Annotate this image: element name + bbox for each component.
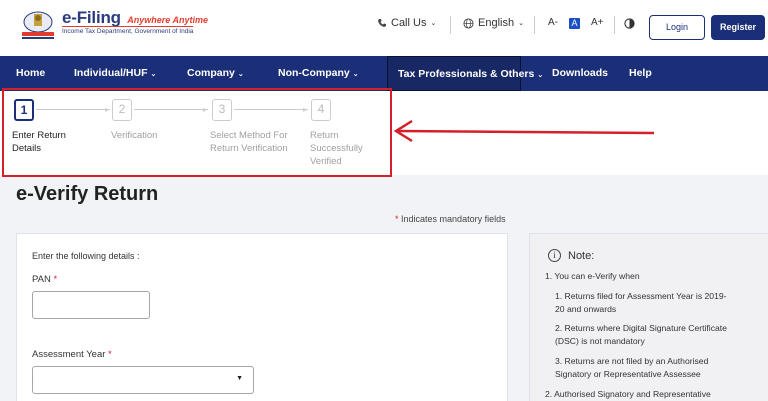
brand-name: e-Filing	[62, 8, 121, 27]
nav-help-label: Help	[629, 67, 652, 79]
pan-label-text: PAN	[32, 274, 51, 285]
nav-tax-professionals[interactable]: Tax Professionals & Others ⌄	[387, 56, 543, 91]
assessment-year-select[interactable]: ▼	[32, 366, 254, 394]
chevron-down-icon: ⌄	[237, 71, 244, 78]
brand-tagline: Anywhere Anytime	[127, 15, 208, 25]
font-decrease-button[interactable]: A-	[548, 17, 558, 28]
nav-home-label: Home	[16, 67, 46, 79]
font-increase-button[interactable]: A+	[591, 17, 604, 28]
page-title: e-Verify Return	[16, 183, 159, 205]
chevron-down-icon: ⌄	[352, 71, 359, 78]
nav-home[interactable]: Home	[16, 56, 45, 91]
login-button[interactable]: Login	[649, 15, 705, 40]
note-title: i Note:	[548, 249, 594, 262]
assessment-year-label: Assessment Year *	[32, 349, 112, 360]
nav-downloads[interactable]: Downloads	[552, 56, 608, 91]
contrast-icon[interactable]	[624, 18, 635, 29]
divider	[450, 16, 451, 34]
mandatory-text: Indicates mandatory fields	[401, 214, 506, 224]
nav-help[interactable]: Help	[629, 56, 652, 91]
divider	[614, 16, 615, 34]
nav-downloads-label: Downloads	[552, 67, 609, 79]
mandatory-fields-note: * Indicates mandatory fields	[395, 214, 506, 224]
nav-individual-label: Individual/HUF	[74, 67, 148, 79]
note-sub-2-line: (DSC) is not mandatory	[555, 336, 645, 346]
note-sub-1: 1. Returns filed for Assessment Year is …	[555, 290, 727, 316]
chevron-down-icon: ⌄	[150, 71, 157, 78]
caret-down-icon: ▼	[236, 375, 243, 382]
language-menu[interactable]: English ⌄	[463, 17, 524, 29]
note-sub-3: 3. Returns are not filed by an Authorise…	[555, 355, 708, 381]
highlight-box	[2, 88, 392, 177]
emblem-logo[interactable]	[16, 10, 60, 42]
note-sub-3-line: Signatory or Representative Assessee	[555, 369, 701, 379]
language-label: English	[478, 17, 515, 29]
form-intro: Enter the following details :	[32, 251, 140, 261]
pan-label: PAN *	[32, 274, 57, 285]
note-line-1: 1. You can e-Verify when	[545, 271, 640, 281]
brand-title: e-Filing Anywhere Anytime	[62, 8, 208, 28]
required-star: *	[108, 349, 112, 360]
required-star: *	[53, 274, 58, 285]
chevron-down-icon: ⌄	[430, 20, 437, 27]
register-button[interactable]: Register	[711, 15, 765, 40]
info-icon: i	[548, 249, 561, 262]
font-default-button[interactable]: A	[569, 18, 580, 29]
note-sub-1-line: 20 and onwards	[555, 304, 617, 314]
nav-non-company[interactable]: Non-Company ⌄	[278, 56, 359, 91]
divider	[534, 16, 535, 34]
main-nav: Home Individual/HUF ⌄ Company ⌄ Non-Compan…	[0, 56, 768, 91]
note-sub-1-line: 1. Returns filed for Assessment Year is …	[555, 291, 727, 301]
chevron-down-icon: ⌄	[518, 20, 524, 27]
note-sub-2: 2. Returns where Digital Signature Certi…	[555, 322, 727, 348]
nav-company[interactable]: Company ⌄	[187, 56, 244, 91]
note-line-2: 2. Authorised Signatory and Representati…	[545, 389, 711, 399]
phone-icon	[378, 19, 386, 27]
call-us-menu[interactable]: Call Us ⌄	[377, 17, 436, 29]
nav-individual-huf[interactable]: Individual/HUF ⌄	[74, 56, 156, 91]
brand-subtitle: Income Tax Department, Government of Ind…	[62, 26, 194, 35]
nav-tax-professionals-label: Tax Professionals & Others	[398, 68, 535, 80]
top-header: e-Filing Anywhere Anytime Income Tax Dep…	[0, 0, 768, 56]
pan-input[interactable]	[32, 291, 150, 319]
required-star: *	[395, 214, 399, 224]
note-sub-3-line: 3. Returns are not filed by an Authorise…	[555, 356, 709, 366]
note-title-text: Note:	[568, 249, 595, 262]
annotation-arrow-icon	[393, 119, 655, 143]
call-us-label: Call Us	[391, 17, 427, 29]
globe-icon	[463, 17, 474, 29]
chevron-down-icon: ⌄	[537, 72, 544, 79]
nav-non-company-label: Non-Company	[278, 67, 350, 79]
nav-company-label: Company	[187, 67, 235, 79]
assessment-year-label-text: Assessment Year	[32, 349, 106, 360]
note-sub-2-line: 2. Returns where Digital Signature Certi…	[555, 323, 727, 333]
